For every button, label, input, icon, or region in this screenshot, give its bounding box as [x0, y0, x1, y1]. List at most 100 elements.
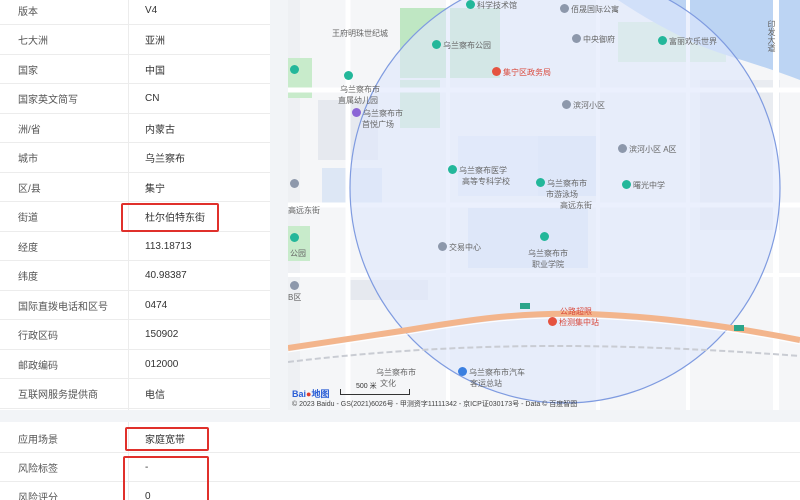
school-icon: [466, 0, 475, 10]
building-icon: [572, 34, 581, 44]
row-label: 国际直拨电话和区号: [18, 301, 108, 313]
bus-station-icon: [458, 367, 467, 377]
table-row: 纬度 40.98387: [0, 262, 270, 291]
map-label[interactable]: 公路超限: [560, 306, 592, 317]
table-row: 七大洲 亚洲: [0, 26, 270, 55]
park-icon: [432, 40, 441, 50]
map-label[interactable]: 富丽欢乐世界: [658, 36, 717, 47]
table-row: 国家英文简写 CN: [0, 85, 270, 114]
row-value: 家庭宽带: [145, 434, 185, 446]
table-row: 风险评分 0: [0, 482, 800, 500]
map-label[interactable]: 检测集中站: [548, 317, 599, 328]
table-row: 互联网服务提供商 电信: [0, 380, 270, 409]
row-value: 0474: [145, 299, 168, 311]
map-copyright[interactable]: © 2023 Baidu - GS(2021)6026号 - 甲测资字11111…: [292, 399, 577, 409]
pin-icon: [290, 65, 301, 75]
ip-info-table: 版本 V4 七大洲 亚洲 国家 中国 国家英文简写 CN 洲/省 内蒙古 城市 …: [0, 0, 270, 410]
pool-icon: [536, 178, 545, 188]
row-label: 纬度: [18, 272, 38, 284]
table-row: 应用场景 家庭宽带: [0, 424, 800, 453]
table-row: 区/县 集宁: [0, 173, 270, 203]
building-icon: [562, 100, 571, 110]
map-canvas: [288, 0, 800, 410]
map-label[interactable]: 曙光中学: [622, 180, 665, 191]
table-row: 洲/省 内蒙古: [0, 114, 270, 144]
map-label[interactable]: 科学技术馆: [466, 0, 517, 11]
row-label: 互联网服务提供商: [18, 390, 98, 402]
row-label: 风险标签: [18, 463, 58, 475]
table-row: 经度 113.18713: [0, 232, 270, 262]
map-label[interactable]: 集宁区政务局: [492, 67, 551, 78]
map-label: 高等专科学校: [462, 177, 510, 186]
map-label: B区: [288, 293, 302, 302]
road-label: 高远东街: [288, 206, 320, 215]
table-row: 国家 中国: [0, 55, 270, 85]
row-label: 风险评分: [18, 492, 58, 500]
map-label[interactable]: [344, 71, 355, 81]
map-label[interactable]: [540, 232, 551, 242]
risk-info-table: 应用场景 家庭宽带 风险标签 - 风险评分 0: [0, 422, 800, 500]
map-label[interactable]: 乌兰察布市汽车: [458, 367, 525, 378]
row-label: 街道: [18, 213, 38, 225]
row-value: 113.18713: [145, 240, 192, 252]
scene-highlight-box: [125, 427, 209, 451]
row-value: 中国: [145, 65, 165, 77]
map-label[interactable]: 交易中心: [438, 242, 481, 253]
row-value: 012000: [145, 358, 179, 370]
shopping-icon: [352, 108, 361, 118]
row-label: 国家英文简写: [18, 95, 78, 107]
table-row: 风险标签 -: [0, 453, 800, 482]
school-icon: [622, 180, 631, 190]
attraction-icon: [658, 36, 667, 46]
map-label: 文化: [380, 379, 396, 388]
road-label: 印发大道: [767, 20, 776, 52]
table-row: 邮政编码 012000: [0, 350, 270, 380]
pin-icon: [290, 281, 301, 291]
street-highlight-box: [121, 203, 219, 232]
map-label[interactable]: 乌兰察布市: [352, 108, 403, 119]
row-label: 应用场景: [18, 434, 58, 446]
school-icon: [540, 232, 549, 242]
map-label[interactable]: 中央御府: [572, 34, 615, 45]
map-label: 职业学院: [532, 260, 564, 269]
row-value: 集宁: [145, 183, 165, 195]
kindergarten-icon: [344, 71, 353, 81]
table-row: 国际直拨电话和区号 0474: [0, 291, 270, 321]
map-label: 公园: [290, 249, 306, 258]
map-label[interactable]: 乌兰察布医学: [448, 165, 507, 176]
baidu-map[interactable]: 科学技术馆 王府明珠世纪城 乌兰察布公园 佰晟国际公寓 中央御府 富丽欢乐世界 …: [288, 0, 800, 410]
map-label: 首悦广场: [362, 120, 394, 129]
map-label[interactable]: 乌兰察布市: [536, 178, 587, 189]
map-label[interactable]: 王府明珠世纪城: [332, 28, 388, 39]
pin-icon: [290, 179, 301, 189]
building-icon: [618, 144, 627, 154]
row-value: 内蒙古: [145, 124, 175, 136]
road-label: 高远东街: [560, 201, 592, 210]
map-label[interactable]: 乌兰察布公园: [432, 40, 491, 51]
row-value: V4: [145, 4, 158, 16]
risk-highlight-box: [123, 456, 209, 500]
school-icon: [448, 165, 457, 175]
row-label: 国家: [18, 65, 38, 77]
table-row: 版本 V4: [0, 0, 270, 26]
map-label: 市游泳场: [546, 190, 578, 199]
map-label: 直属幼儿园: [338, 96, 378, 105]
table-row: 城市 乌兰察布: [0, 144, 270, 173]
row-value: 乌兰察布: [145, 154, 185, 166]
row-value: 40.98387: [145, 270, 187, 282]
map-label: 客运总站: [470, 379, 502, 388]
building-icon: [560, 4, 569, 14]
map-label[interactable]: 乌兰察布市: [376, 367, 416, 378]
government-icon: [492, 67, 501, 77]
row-value: 电信: [145, 390, 165, 402]
table-row: 行政区码 150902: [0, 321, 270, 350]
building-icon: [438, 242, 447, 252]
checkpoint-icon: [548, 317, 557, 327]
map-label[interactable]: 佰晟国际公寓: [560, 4, 619, 15]
row-label: 行政区码: [18, 331, 58, 343]
row-label: 区/县: [18, 183, 41, 195]
row-value: 150902: [145, 329, 179, 341]
scale-bar: [340, 389, 410, 395]
map-label[interactable]: 滨河小区: [562, 100, 605, 111]
map-label[interactable]: 滨河小区 A区: [618, 144, 677, 155]
